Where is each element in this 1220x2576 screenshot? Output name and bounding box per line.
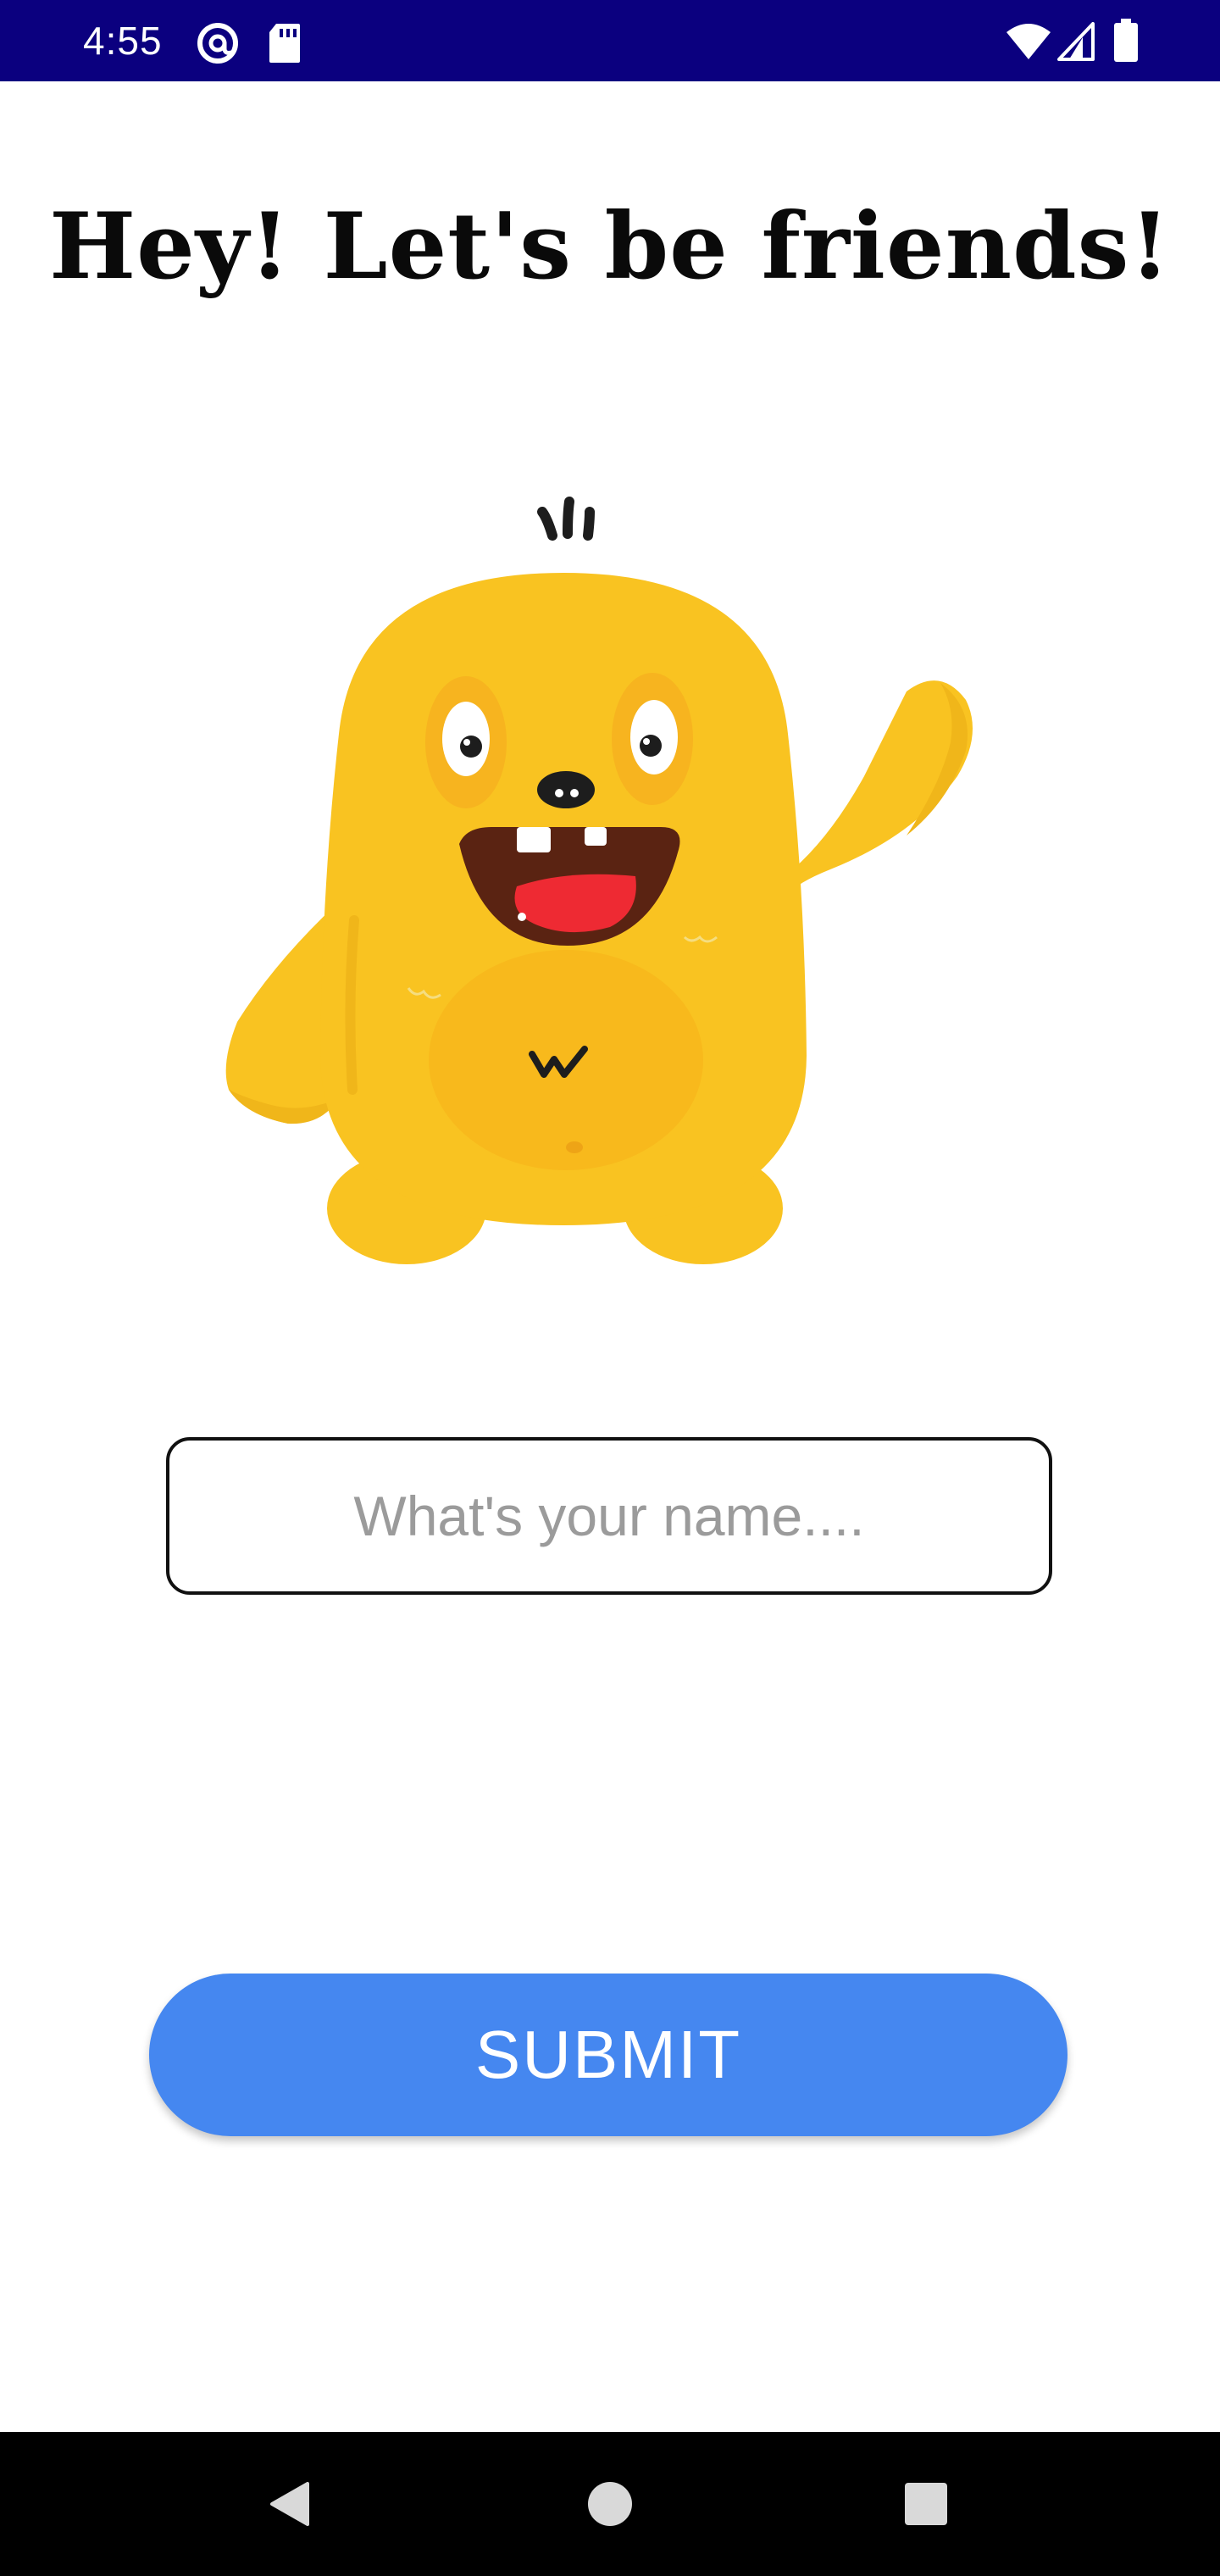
cell-signal-icon xyxy=(1057,22,1095,61)
submit-button[interactable]: SUBMIT xyxy=(149,1974,1068,2136)
main-content: Hey! Let's be friends! What's your name.… xyxy=(0,81,1220,2432)
page-title: Hey! Let's be friends! xyxy=(49,193,1171,300)
name-input[interactable] xyxy=(166,1437,1052,1595)
battery-icon xyxy=(1114,19,1138,62)
back-icon xyxy=(270,2482,309,2526)
status-bar: 4:55 xyxy=(0,0,1220,81)
status-time: 4:55 xyxy=(83,19,163,63)
hair-tufts xyxy=(537,497,595,541)
at-sign-icon xyxy=(197,23,238,64)
monster-illustration xyxy=(225,497,973,1264)
navigation-bar xyxy=(0,2432,1220,2576)
home-button[interactable] xyxy=(525,2432,695,2576)
recents-button[interactable] xyxy=(841,2432,1011,2576)
sd-card-icon xyxy=(269,24,300,63)
home-icon xyxy=(588,2482,632,2526)
back-button[interactable] xyxy=(206,2432,375,2576)
recents-icon xyxy=(905,2483,947,2525)
wifi-icon xyxy=(1006,24,1051,59)
